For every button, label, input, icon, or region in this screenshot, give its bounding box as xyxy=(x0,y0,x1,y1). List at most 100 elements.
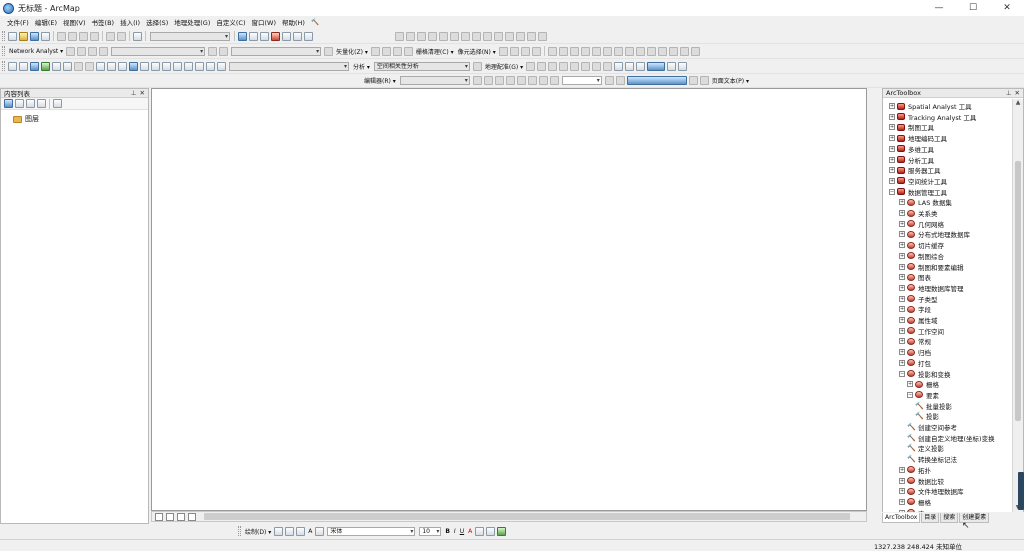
python-window-icon[interactable] xyxy=(282,31,291,41)
underline-button[interactable]: U xyxy=(460,528,464,535)
page-text-menu[interactable]: 页面文本(P) ▾ xyxy=(712,76,749,85)
editor-toolbar-icon[interactable] xyxy=(238,31,247,41)
toolbox-tree-item[interactable]: + 多维工具 xyxy=(889,144,934,154)
georef-fit-icon[interactable] xyxy=(526,61,536,71)
toolbox-tree-item[interactable]: + 归档 xyxy=(899,347,931,357)
model-builder-icon[interactable] xyxy=(293,31,302,41)
add-data-icon[interactable] xyxy=(133,31,142,41)
expand-icon[interactable]: + xyxy=(899,242,905,249)
toolbox-tool-item[interactable]: 🔨 批量投影 xyxy=(915,401,952,411)
raster-paint-icon[interactable] xyxy=(547,46,557,56)
na-select-icon[interactable] xyxy=(88,46,98,56)
html-popup-icon[interactable] xyxy=(151,61,160,71)
toolbox-tree-item[interactable]: + 数据比较 xyxy=(899,476,944,486)
italic-button[interactable]: I xyxy=(454,528,456,535)
expand-icon[interactable]: + xyxy=(899,477,905,484)
layout-first-page-icon[interactable] xyxy=(604,75,614,85)
clear-selection-icon[interactable] xyxy=(107,61,116,71)
layout-focus-icon[interactable] xyxy=(678,61,688,71)
toolbox-tree-item[interactable]: + 地理数据库管理 xyxy=(899,283,964,293)
redo-icon[interactable] xyxy=(117,31,126,41)
expand-icon[interactable]: + xyxy=(899,317,905,323)
tab-arctoolbox[interactable]: ArcToolbox xyxy=(882,513,921,523)
georef-rotate-icon[interactable] xyxy=(537,61,547,71)
expand-icon[interactable]: + xyxy=(899,338,905,345)
expand-icon[interactable]: + xyxy=(889,177,895,184)
toolbox-vertical-scrollbar[interactable]: ▲ ▼ xyxy=(1012,99,1023,513)
cell-area-icon[interactable] xyxy=(509,46,519,56)
georef-table-icon[interactable] xyxy=(592,61,602,71)
map-view[interactable] xyxy=(151,88,867,511)
list-by-drawing-order-icon[interactable] xyxy=(4,99,13,108)
toolbar-grip[interactable] xyxy=(2,46,5,56)
na-new-route-icon[interactable] xyxy=(66,46,76,56)
expand-icon[interactable]: + xyxy=(907,381,913,388)
expand-icon[interactable]: + xyxy=(899,306,905,313)
sa-run-icon[interactable] xyxy=(472,61,482,71)
toolbar-grip[interactable] xyxy=(2,31,5,41)
toolbox-tool-item[interactable]: 🔨 创建自定义地理(坐标)变换 xyxy=(907,433,995,443)
raster-end-icon[interactable] xyxy=(690,46,700,56)
paste-icon[interactable] xyxy=(79,31,88,41)
cell-pixel-icon[interactable] xyxy=(531,46,541,56)
edit-sketch-icon[interactable] xyxy=(538,75,548,85)
align-icon[interactable] xyxy=(406,31,415,41)
open-icon[interactable] xyxy=(19,31,28,41)
select-elements-icon[interactable] xyxy=(118,61,127,71)
hammer-icon[interactable]: 🔨 xyxy=(308,18,322,26)
toolbox-tool-item[interactable]: 🔨 转换坐标记法 xyxy=(907,454,957,464)
nudge-icon[interactable] xyxy=(483,31,492,41)
print-icon[interactable] xyxy=(41,31,50,41)
toolbox-tool-item[interactable]: 🔨 定义投影 xyxy=(907,443,944,453)
network-dataset-combo[interactable] xyxy=(111,46,206,56)
layout-last-page-icon[interactable] xyxy=(699,75,709,85)
font-color-button[interactable]: A xyxy=(468,528,472,535)
expand-icon[interactable]: + xyxy=(889,135,895,142)
toolbox-tool-item[interactable]: 🔨 创建空间参考 xyxy=(907,422,957,432)
toolbox-tree-item[interactable]: + 分析工具 xyxy=(889,155,934,165)
expand-icon[interactable]: + xyxy=(899,295,905,302)
layout-page-icon[interactable] xyxy=(667,61,677,71)
toolbox-tree-item[interactable]: + LAS 数据集 xyxy=(899,197,952,207)
na-window-icon[interactable] xyxy=(208,46,218,56)
vec-settings-icon[interactable] xyxy=(370,46,380,56)
toolbox-tree-item[interactable]: + 字段 xyxy=(899,304,931,314)
toolbox-tree-item[interactable]: − 要素 xyxy=(907,390,939,400)
toolbox-tree-item[interactable]: + 分布式地理数据库 xyxy=(899,229,970,239)
copy-icon[interactable] xyxy=(68,31,77,41)
menu-file[interactable]: 文件(F) xyxy=(4,17,32,27)
hyperlink-icon[interactable] xyxy=(140,61,149,71)
vectorize-menu[interactable]: 矢量化(Z) ▾ xyxy=(336,47,368,56)
layout-full-icon[interactable] xyxy=(636,61,646,71)
toolbox-tree-item[interactable]: + 切片缓存 xyxy=(899,240,944,250)
select-elements-icon[interactable] xyxy=(274,526,284,536)
layout-view-icon[interactable] xyxy=(166,512,174,521)
scroll-thumb[interactable] xyxy=(204,513,850,520)
toolbox-tree-item[interactable]: + 服务器工具 xyxy=(889,165,941,175)
flip-icon[interactable] xyxy=(439,31,448,41)
expand-icon[interactable]: + xyxy=(899,349,905,356)
fixed-zoom-in-icon[interactable] xyxy=(52,61,61,71)
layer-combo[interactable] xyxy=(229,61,349,71)
raster-polygon-icon[interactable] xyxy=(646,46,656,56)
spatial-analysis-combo[interactable]: 空间相关性分析 xyxy=(373,61,470,71)
na-build-icon[interactable] xyxy=(324,46,334,56)
cell-select-icon[interactable] xyxy=(498,46,508,56)
toc-options-icon[interactable] xyxy=(53,99,62,108)
map-horizontal-scrollbar[interactable] xyxy=(151,511,867,522)
toc-window-icon[interactable] xyxy=(249,31,258,41)
font-size-combo[interactable]: 10 xyxy=(419,526,442,536)
toolbox-tree-item[interactable]: + 关系类 xyxy=(899,208,938,218)
expand-icon[interactable]: + xyxy=(889,103,895,109)
pan-icon[interactable] xyxy=(30,61,39,71)
toolbox-tree-item[interactable]: − 数据管理工具 xyxy=(889,187,947,197)
expand-icon[interactable]: + xyxy=(889,113,895,120)
list-by-selection-icon[interactable] xyxy=(37,99,46,108)
edit-split-icon[interactable] xyxy=(505,75,515,85)
fixed-zoom-out-icon[interactable] xyxy=(63,61,72,71)
toolbox-tree-item[interactable]: + 栅格 xyxy=(899,497,931,507)
expand-icon[interactable]: + xyxy=(899,210,905,216)
raster-line-icon[interactable] xyxy=(613,46,623,56)
editor-menu[interactable]: 编辑器(R) ▾ xyxy=(364,76,396,85)
layout-prev-page-icon[interactable] xyxy=(615,75,625,85)
